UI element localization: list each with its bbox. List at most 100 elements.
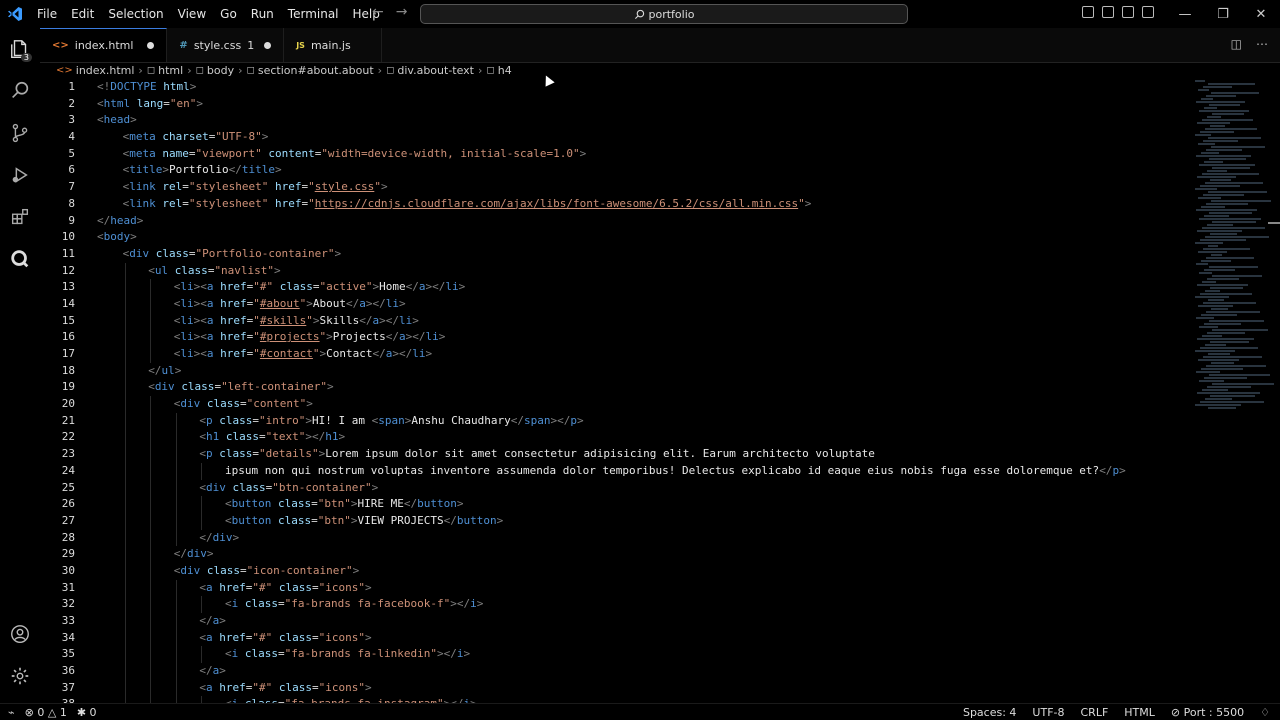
notifications-bell-icon[interactable]: ♢ [1260,706,1270,719]
code-line[interactable]: 9 </head> [40,213,1190,230]
code-line[interactable]: 19 <div class="left-container"> [40,379,1190,397]
toggle-panel-icon[interactable] [1102,6,1114,18]
breadcrumb-item[interactable]: ◻ div.about-text [386,64,474,77]
code-line[interactable]: 27 <button class="btn">VIEW PROJECTS</but… [40,512,1190,530]
code-line[interactable]: 22 <h1 class="text"></h1> [40,429,1190,447]
remote-icon[interactable]: ⌁ [8,706,15,719]
code-line[interactable]: 23 <p class="details">Lorem ipsum dolor s… [40,446,1190,463]
problems-indicator[interactable]: ⊗ 0 △ 1 [25,706,67,719]
minimize-icon[interactable]: — [1166,0,1204,28]
live-server-status[interactable]: ⊘ Port : 5500 [1171,706,1244,719]
menu-edit[interactable]: Edit [64,7,101,21]
forward-arrow-icon[interactable]: → [396,4,408,20]
code-line[interactable]: 34 <a href="#" class="icons"> [40,629,1190,647]
toggle-primary-sidebar-icon[interactable] [1082,6,1094,18]
run-debug-icon[interactable] [0,154,40,196]
code-line[interactable]: 26 <button class="btn">HIRE ME</button> [40,496,1190,513]
code-line[interactable]: 16 <li><a href="#projects">Projects</a></… [40,329,1190,346]
split-editor-icon[interactable]: ◫ [1231,37,1242,51]
maximize-icon[interactable]: ❐ [1204,0,1242,28]
tab-index-html[interactable]: <> index.html [40,28,168,62]
minimap[interactable] [1190,79,1280,479]
code-text: <h1 class="text"></h1> [199,430,346,444]
unsaved-dot-icon[interactable] [264,41,272,49]
code-line[interactable]: 3 <head> [40,112,1190,129]
code-line[interactable]: 28 </div> [40,529,1190,547]
breadcrumb-item[interactable]: ◻ section#about.about [247,64,374,77]
back-arrow-icon[interactable]: ← [372,4,384,20]
code-line[interactable]: 30 <div class="icon-container"> [40,562,1190,580]
code-line[interactable]: 10 <body> [40,229,1190,246]
indent-guide [175,579,177,597]
command-center-search[interactable]: portfolio [420,4,908,24]
menu-go[interactable]: Go [213,7,244,21]
code-line[interactable]: 25 <div class="btn-container"> [40,479,1190,497]
code-line[interactable]: 17 <li><a href="#contact">Contact</a></li… [40,346,1190,363]
scrollbar-marker[interactable] [1268,222,1280,224]
more-actions-icon[interactable]: ⋯ [1256,37,1268,51]
code-line[interactable]: 4 <meta charset="UTF-8"> [40,129,1190,146]
menu-run[interactable]: Run [244,7,281,21]
breadcrumb-item[interactable]: ◻ h4 [486,64,511,77]
code-editor[interactable]: 1 <!DOCTYPE html> 2 <html lang="en"> 3 <head>… [40,79,1190,703]
explorer-icon[interactable]: 3 [0,28,40,70]
source-control-icon[interactable] [0,112,40,154]
tab-style-css[interactable]: # style.css 1 [167,28,285,62]
indentation-status[interactable]: Spaces: 4 [963,706,1016,719]
code-line[interactable]: 37 <a href="#" class="icons"> [40,679,1190,697]
breadcrumb-item[interactable]: <> index.html [56,64,134,77]
minimap-line [1204,269,1235,271]
settings-gear-icon[interactable] [0,655,40,697]
indent-guide [175,679,177,697]
code-line[interactable]: 11 <div class="Portfolio-container"> [40,246,1190,263]
breadcrumb-item[interactable]: ◻ body [196,64,235,77]
account-icon[interactable] [0,613,40,655]
menu-terminal[interactable]: Terminal [281,7,346,21]
element-icon: ◻ [486,65,495,76]
minimap-line [1198,89,1209,91]
code-text: <title>Portfolio</title> [122,163,282,177]
menu-selection[interactable]: Selection [101,7,170,21]
minimap-line [1211,146,1265,148]
code-line[interactable]: 2 <html lang="en"> [40,96,1190,113]
code-text: <link rel="stylesheet" href="style.css"> [122,180,388,194]
encoding-status[interactable]: UTF-8 [1032,706,1064,719]
code-line[interactable]: 31 <a href="#" class="icons"> [40,579,1190,597]
element-icon: ◻ [386,65,395,76]
eol-status[interactable]: CRLF [1081,706,1109,719]
code-line[interactable]: 36 </a> [40,663,1190,680]
quokka-icon[interactable] [0,238,40,280]
minimap-line [1210,125,1225,127]
menu-view[interactable]: View [171,7,213,21]
code-line[interactable]: 15 <li><a href="#skills">Skills</a></li> [40,312,1190,330]
code-line[interactable]: 20 <div class="content"> [40,396,1190,413]
tab-main-js[interactable]: JS main.js [284,28,383,62]
toggle-secondary-sidebar-icon[interactable] [1122,6,1134,18]
customize-layout-icon[interactable] [1142,6,1154,18]
code-line[interactable]: 6 <title>Portfolio</title> [40,162,1190,179]
code-line[interactable]: 7 <link rel="stylesheet" href="style.css"… [40,179,1190,196]
code-line[interactable]: 33 </a> [40,613,1190,630]
code-line[interactable]: 32 <i class="fa-brands fa-facebook-f"></i… [40,596,1190,613]
code-line[interactable]: 1 <!DOCTYPE html> [40,79,1190,96]
code-line[interactable]: 21 <p class="intro">HI! I am <span>Anshu … [40,412,1190,430]
code-line[interactable]: 5 <meta name="viewport" content="width=de… [40,146,1190,163]
ports-indicator[interactable]: ✱ 0 [77,706,97,719]
language-mode-status[interactable]: HTML [1124,706,1155,719]
minimap-line [1210,287,1243,289]
code-line[interactable]: 18 </ul> [40,362,1190,380]
code-line[interactable]: 13 <li><a href="#" class="active">Home</a… [40,279,1190,296]
extensions-icon[interactable] [0,196,40,238]
code-line[interactable]: 24 ipsum non qui nostrum voluptas invento… [40,462,1190,480]
minimap-line [1205,128,1257,130]
close-icon[interactable]: ✕ [1242,0,1280,28]
code-line[interactable]: 29 </div> [40,546,1190,563]
code-line[interactable]: 14 <li><a href="#about">About</a></li> [40,295,1190,313]
code-line[interactable]: 12 <ul class="navlist"> [40,262,1190,280]
code-line[interactable]: 8 <link rel="stylesheet" href="https://cd… [40,196,1190,213]
breadcrumb-item[interactable]: ◻ html [147,64,183,77]
unsaved-dot-icon[interactable] [147,42,155,49]
search-sidebar-icon[interactable] [0,70,40,112]
code-line[interactable]: 35 <i class="fa-brands fa-linkedin"></i> [40,646,1190,664]
menu-file[interactable]: File [30,7,64,21]
